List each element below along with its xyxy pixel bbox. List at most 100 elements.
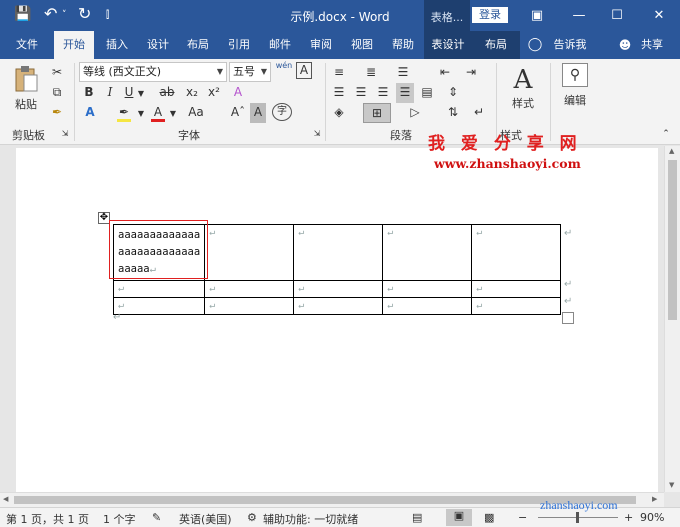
font-color-button[interactable]: A bbox=[150, 103, 166, 123]
tell-me-search[interactable]: 告诉我 bbox=[548, 31, 592, 59]
increase-indent-icon[interactable]: ⇥ bbox=[462, 63, 480, 83]
save-icon[interactable]: 💾 bbox=[14, 6, 31, 22]
tab-insert[interactable]: 插入 bbox=[97, 31, 137, 59]
vertical-scroll-thumb[interactable] bbox=[668, 160, 677, 320]
share-button[interactable]: 共享 bbox=[634, 31, 670, 59]
subscript-button[interactable]: x₂ bbox=[184, 83, 200, 103]
table-cell[interactable]: ↵ bbox=[382, 297, 473, 315]
align-center-icon[interactable]: ☰ bbox=[352, 83, 370, 103]
proofing-icon[interactable]: ✎ bbox=[152, 511, 161, 524]
table-cell[interactable]: ↵ bbox=[204, 224, 295, 281]
highlight-button[interactable]: ✒ bbox=[116, 103, 132, 123]
tab-table-design[interactable]: 表设计 bbox=[424, 31, 472, 59]
superscript-button[interactable]: x² bbox=[206, 83, 222, 103]
zoom-slider-thumb[interactable] bbox=[576, 512, 579, 523]
collapse-ribbon-icon[interactable]: ⌃ bbox=[660, 125, 672, 145]
redo-icon[interactable]: ↻ bbox=[78, 4, 91, 23]
borders-button[interactable]: ⊞ bbox=[363, 103, 391, 123]
table-cell[interactable]: ↵ bbox=[382, 224, 473, 281]
show-marks-icon[interactable]: ↵ bbox=[470, 103, 488, 123]
paste-button[interactable]: 粘贴 bbox=[10, 65, 42, 117]
font-launcher-icon[interactable]: ⇲ bbox=[312, 125, 322, 145]
distributed-icon[interactable]: ▤ bbox=[418, 83, 436, 103]
format-painter-icon[interactable]: ✒ bbox=[50, 103, 64, 123]
tab-file[interactable]: 文件 bbox=[6, 31, 48, 59]
tab-table-layout[interactable]: 布局 bbox=[472, 31, 520, 59]
tab-design[interactable]: 设计 bbox=[138, 31, 178, 59]
vertical-scrollbar[interactable]: ▲ ▼ bbox=[664, 146, 680, 492]
table-cell[interactable]: ↵ bbox=[293, 280, 384, 298]
table-cell[interactable]: ↵ bbox=[204, 297, 295, 315]
tab-references[interactable]: 引用 bbox=[219, 31, 259, 59]
undo-icon[interactable]: ↶ bbox=[44, 4, 57, 23]
tab-help[interactable]: 帮助 bbox=[383, 31, 423, 59]
cut-icon[interactable]: ✂ bbox=[50, 63, 64, 83]
zoom-in-button[interactable]: + bbox=[624, 511, 633, 524]
italic-button[interactable]: I bbox=[103, 83, 117, 103]
bullets-icon[interactable]: ≡ bbox=[330, 63, 348, 83]
table-resize-handle[interactable] bbox=[562, 312, 574, 324]
clear-formatting-button[interactable]: A bbox=[230, 83, 246, 103]
multilevel-list-icon[interactable]: ☰ bbox=[394, 63, 412, 83]
strikethrough-button[interactable]: ab bbox=[158, 83, 176, 103]
scroll-up-icon[interactable]: ▲ bbox=[669, 147, 674, 155]
table-cell[interactable]: ↵ bbox=[293, 224, 384, 281]
chevron-down-icon[interactable]: ▼ bbox=[136, 85, 146, 105]
line-spacing-icon[interactable]: ⇕ bbox=[444, 83, 462, 103]
align-right-icon[interactable]: ☰ bbox=[374, 83, 392, 103]
clipboard-launcher-icon[interactable]: ⇲ bbox=[60, 125, 70, 145]
character-shading-button[interactable]: A bbox=[250, 103, 266, 123]
scroll-right-icon[interactable]: ▶ bbox=[652, 495, 657, 503]
zoom-level[interactable]: 90% bbox=[640, 511, 664, 524]
document-page[interactable]: ✥ aaaaaaaaaaaaa aaaaaaaaaaaaa aaaaa↵ ↵ ↵… bbox=[16, 148, 658, 492]
close-button[interactable]: ✕ bbox=[640, 0, 678, 31]
maximize-button[interactable]: ☐ bbox=[598, 0, 636, 31]
decrease-indent-icon[interactable]: ⇤ bbox=[436, 63, 454, 83]
table-cell[interactable]: ↵ bbox=[112, 297, 206, 315]
enclose-characters-icon[interactable]: 字 bbox=[272, 103, 292, 121]
font-size-combo[interactable]: 五号 ▼ bbox=[229, 62, 271, 82]
tab-review[interactable]: 审阅 bbox=[301, 31, 341, 59]
change-case-button[interactable]: Aa bbox=[186, 103, 206, 123]
font-name-combo[interactable]: 等线 (西文正文) ▼ bbox=[79, 62, 227, 82]
phonetic-guide-icon[interactable]: wén bbox=[274, 61, 294, 81]
character-border-icon[interactable]: A bbox=[296, 62, 312, 79]
copy-icon[interactable]: ⧉ bbox=[50, 83, 64, 103]
tab-view[interactable]: 视图 bbox=[342, 31, 382, 59]
underline-button[interactable]: U bbox=[122, 83, 136, 103]
sort-icon[interactable]: ⇅ bbox=[444, 103, 462, 123]
table-cell[interactable]: ↵ bbox=[204, 280, 295, 298]
table-cell[interactable]: ↵ bbox=[382, 280, 473, 298]
lightbulb-icon[interactable]: ◯ bbox=[526, 31, 544, 59]
scroll-left-icon[interactable]: ◀ bbox=[3, 495, 8, 503]
print-layout-icon[interactable]: ▣ bbox=[446, 509, 472, 526]
table-cell[interactable]: ↵ bbox=[112, 280, 206, 298]
chevron-down-icon[interactable]: ▼ bbox=[136, 105, 146, 125]
align-left-icon[interactable]: ☰ bbox=[330, 83, 348, 103]
language-indicator[interactable]: 英语(美国) bbox=[179, 511, 232, 527]
minimize-button[interactable]: — bbox=[560, 0, 598, 31]
grow-font-button[interactable]: Aˆ bbox=[230, 103, 246, 123]
scroll-down-icon[interactable]: ▼ bbox=[669, 481, 674, 489]
accessibility-icon[interactable]: ⚙ bbox=[247, 511, 257, 524]
customize-quick-access-icon[interactable]: ⫿ bbox=[106, 10, 109, 21]
table-cell[interactable]: ↵ bbox=[293, 297, 384, 315]
zoom-out-button[interactable]: − bbox=[518, 511, 527, 524]
chevron-down-icon[interactable]: ▼ bbox=[168, 105, 178, 125]
tab-mailings[interactable]: 邮件 bbox=[260, 31, 300, 59]
web-layout-icon[interactable]: ▩ bbox=[484, 511, 494, 524]
login-button[interactable]: 登录 bbox=[472, 7, 508, 23]
word-count[interactable]: 1 个字 bbox=[103, 511, 136, 527]
accessibility-status[interactable]: 辅助功能: 一切就绪 bbox=[263, 511, 358, 527]
table-cell[interactable]: ↵ bbox=[471, 280, 562, 298]
ribbon-display-icon[interactable]: ▣ bbox=[518, 0, 556, 31]
tab-home[interactable]: 开始 bbox=[54, 31, 94, 59]
table-cell[interactable]: ↵ bbox=[471, 224, 562, 281]
justify-icon[interactable]: ☰ bbox=[396, 83, 414, 103]
styles-button[interactable]: A 样式 bbox=[506, 65, 540, 117]
text-effects-button[interactable]: A bbox=[82, 103, 98, 123]
numbering-icon[interactable]: ≣ bbox=[362, 63, 380, 83]
shading-icon[interactable]: ◈ bbox=[330, 103, 348, 123]
tab-layout[interactable]: 布局 bbox=[178, 31, 218, 59]
table-cell[interactable]: ↵ bbox=[471, 297, 562, 315]
